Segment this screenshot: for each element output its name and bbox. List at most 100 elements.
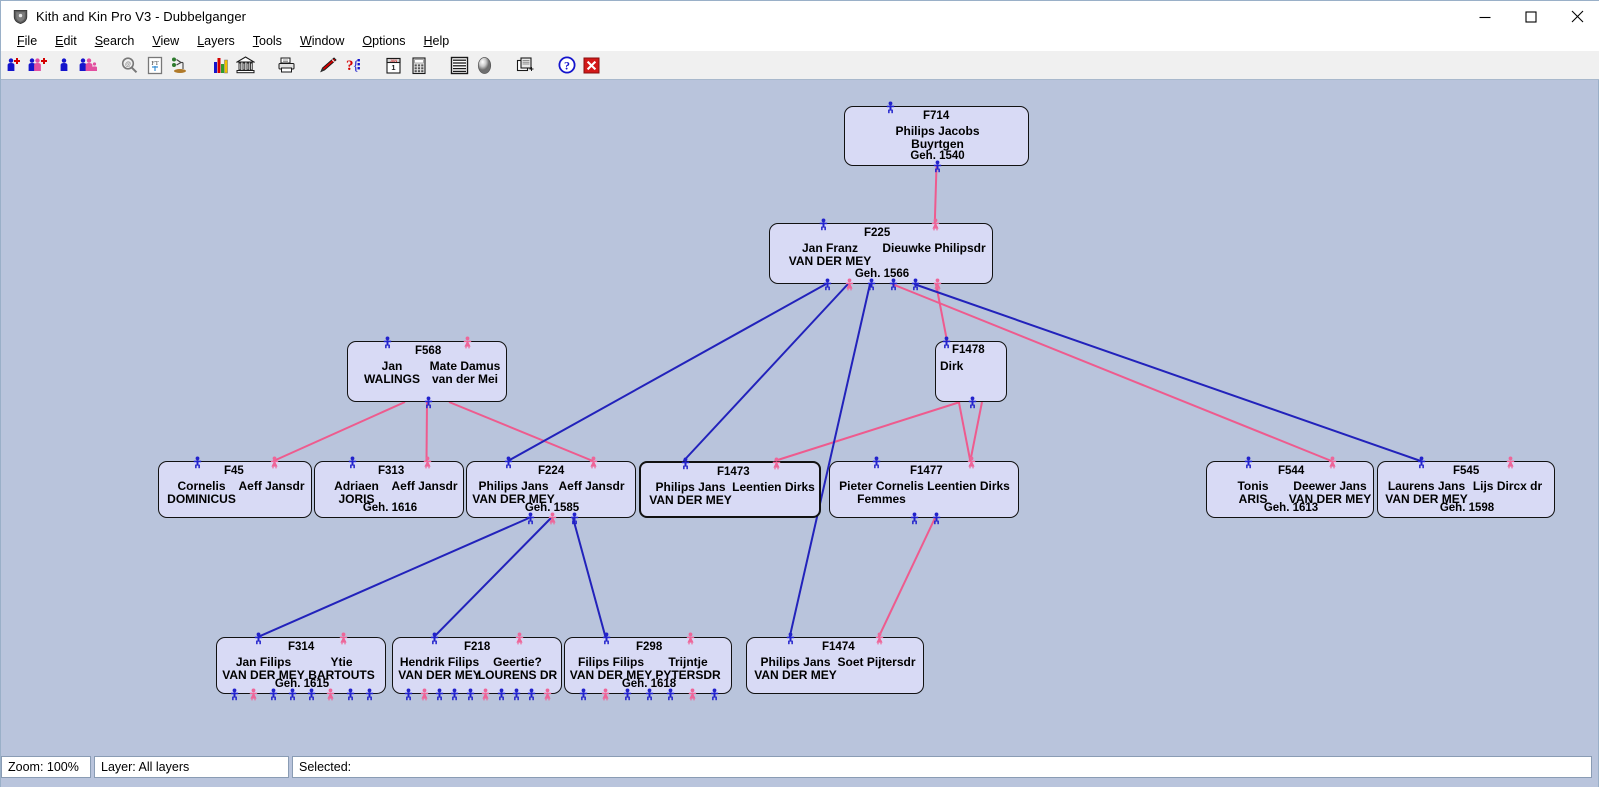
toolbar-archive-icon[interactable] <box>234 53 257 77</box>
menu-item-file[interactable]: File <box>8 32 46 51</box>
svg-text:@: @ <box>125 62 131 68</box>
family-id: F568 <box>415 345 442 357</box>
child-marker-female-icon <box>688 688 697 701</box>
menu-item-layers[interactable]: Layers <box>188 32 244 51</box>
family-box-f224[interactable]: F224 Philips Jans VAN DER MEY Aeff Jansdr G… <box>466 456 636 525</box>
child-marker-male-icon <box>346 688 355 701</box>
toolbar-add-person-icon[interactable] <box>2 53 25 77</box>
toolbar-separator <box>101 53 117 77</box>
wife-given-name: Trijntje <box>668 655 708 669</box>
husband-given-name: Tonis <box>1237 479 1269 493</box>
child-marker-female-icon <box>845 278 854 291</box>
family-box-f1474[interactable]: F1474 Philips Jans VAN DER MEY Soet Pijter… <box>746 632 924 694</box>
title-bar-left: Kith and Kin Pro V3 - Dubbelganger <box>12 1 246 32</box>
wife-given-name: Dieuwke Philipsdr <box>882 241 986 255</box>
link-f568-to-f313 <box>425 401 428 462</box>
husband-given-name: Hendrik Filips <box>399 655 480 669</box>
family-id: F1473 <box>717 466 750 478</box>
child-marker-male-icon <box>365 688 374 701</box>
husband-marker-male-icon <box>383 336 392 349</box>
family-box-f218[interactable]: F218 Hendrik Filips VAN DER MEY Geertie? LO… <box>392 632 562 701</box>
wife-marker-female-icon <box>339 632 348 645</box>
toolbar-help-icon[interactable]: ? <box>555 53 578 77</box>
maximize-button[interactable] <box>1508 1 1554 32</box>
toolbar-query-icon[interactable]: ?{ <box>341 53 364 77</box>
marriage-date: Geh. 1613 <box>1263 502 1319 514</box>
wife-given-name: Aeff Jansdr <box>238 479 305 493</box>
wife-marker-female-icon <box>589 456 598 469</box>
marriage-date: Geh. 1616 <box>362 502 418 514</box>
toolbar-family-group-icon[interactable] <box>77 53 100 77</box>
marriage-date: Geh. 1566 <box>854 268 910 280</box>
family-box-f545[interactable]: F545 Laurens Jans VAN DER MEY Lijs Dircx d… <box>1377 456 1555 518</box>
toolbar-fit-page-icon[interactable]: FT <box>143 53 166 77</box>
family-id: F714 <box>923 110 950 122</box>
link-f224-to-f298 <box>572 517 607 638</box>
close-button[interactable] <box>1554 1 1599 32</box>
link-f224-to-f218 <box>433 517 552 638</box>
toolbar-calculator-icon[interactable] <box>407 53 430 77</box>
child-marker-male-icon <box>867 278 876 291</box>
wife-given-name: Leentien Dirks <box>927 479 1010 493</box>
menu-item-window[interactable]: Window <box>291 32 353 51</box>
minimize-button[interactable] <box>1462 1 1508 32</box>
child-marker-male-icon <box>933 160 942 173</box>
family-id: F225 <box>864 227 891 239</box>
husband-given-name: Adriaen <box>334 479 379 493</box>
svg-text:?: ? <box>564 58 570 72</box>
link-f1478-to-f1477 <box>969 401 983 462</box>
child-marker-male-icon <box>910 512 919 525</box>
menu-item-options[interactable]: Options <box>353 32 414 51</box>
toolbar-pen-icon[interactable] <box>316 53 339 77</box>
menu-item-tools[interactable]: Tools <box>244 32 291 51</box>
toolbar-person-icon[interactable] <box>52 53 75 77</box>
husband-marker-male-icon <box>254 632 263 645</box>
menu-item-edit[interactable]: Edit <box>46 32 86 51</box>
toolbar-add-family-icon[interactable] <box>27 53 50 77</box>
family-box-f298[interactable]: F298 Filips Filips VAN DER MEY Trijntje PYT… <box>564 632 732 701</box>
toolbar-chart-books-icon[interactable] <box>209 53 232 77</box>
family-box-f45[interactable]: F45 Cornelis DOMINICUS Aeff Jansdr <box>158 456 312 518</box>
family-box-f544[interactable]: F544 Tonis ARIS Deewer Jans VAN DER MEY Geh.… <box>1206 456 1374 518</box>
family-box-f1477[interactable]: F1477 Pieter Cornelis Femmes Leentien Dirk… <box>829 456 1019 525</box>
husband-surname: VAN DER MEY <box>788 254 872 268</box>
child-marker-male-icon <box>512 688 521 701</box>
link-f225-to-f1473 <box>682 283 849 462</box>
wife-given-name: Soet Pijtersdr <box>837 655 916 669</box>
family-box-f714[interactable]: F714 Philips Jacobs Buyrtgen Geh. 1540 <box>844 101 1029 173</box>
toolbar-descendant-tree-icon[interactable] <box>168 53 191 77</box>
menu-item-help[interactable]: Help <box>415 32 459 51</box>
family-box-f314[interactable]: F314 Jan Filips VAN DER MEY Ytie BARTOUTS Ge… <box>216 632 386 701</box>
toolbar-printer-icon[interactable] <box>275 53 298 77</box>
family-box-f568[interactable]: F568 Jan WALINGS Mate Damus van der Mei <box>347 336 507 409</box>
husband-given-name: Laurens Jans <box>1387 479 1466 493</box>
husband-given-name: Pieter Cornelis <box>839 479 924 493</box>
child-marker-male-icon <box>404 688 413 701</box>
menu-item-search[interactable]: Search <box>86 32 144 51</box>
family-box-f313[interactable]: F313 Adriaen JORIS Aeff Jansdr Geh. 1616 <box>314 456 464 518</box>
tree-canvas[interactable]: F714 Philips Jacobs Buyrtgen Geh. 1540 F22… <box>1 80 1598 751</box>
husband-given-name: Jan <box>381 359 403 373</box>
toolbar-lines-icon[interactable] <box>448 53 471 77</box>
child-marker-male-icon <box>623 688 632 701</box>
wife-given-name: Geertie? <box>493 655 542 669</box>
toolbar-exit-icon[interactable] <box>580 53 603 77</box>
family-box-f1478[interactable]: F1478 Dirk <box>935 336 1007 409</box>
child-marker-female-icon <box>420 688 429 701</box>
family-box-f225[interactable]: F225 Jan Franz VAN DER MEY Dieuwke Philips… <box>769 218 993 291</box>
child-marker-male-icon <box>450 688 459 701</box>
toolbar-separator <box>538 53 554 77</box>
husband-given-name: Jan Franz <box>801 241 858 255</box>
husband-given-name: Jan Filips <box>235 655 292 669</box>
toolbar-layers-icon[interactable] <box>514 53 537 77</box>
application-window: Kith and Kin Pro V3 - Dubbelganger File … <box>0 0 1599 787</box>
husband-marker-male-icon <box>602 632 611 645</box>
child-marker-male-icon <box>645 688 654 701</box>
menu-item-view[interactable]: View <box>143 32 188 51</box>
husband-marker-male-icon <box>886 101 895 114</box>
toolbar-sphere-icon[interactable] <box>473 53 496 77</box>
family-box-f1473[interactable]: F1473 Philips Jans VAN DER MEY Leentien Di… <box>639 457 821 518</box>
child-marker-male-icon <box>666 688 675 701</box>
toolbar-magnifier-icon[interactable]: @ <box>118 53 141 77</box>
toolbar-calendar-icon[interactable]: JAN 1 <box>382 53 405 77</box>
